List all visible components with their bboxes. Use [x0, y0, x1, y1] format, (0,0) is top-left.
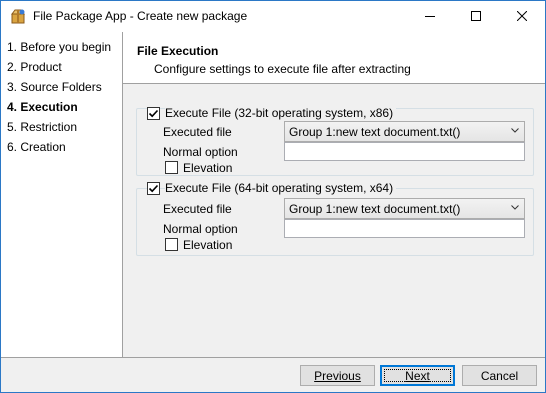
page-title: File Execution [137, 44, 219, 58]
maximize-icon [471, 11, 481, 21]
checkmark-icon [148, 184, 159, 193]
elevation-checkbox-x86[interactable] [165, 161, 178, 174]
step-execution[interactable]: 4. Execution [7, 100, 78, 114]
step-restriction[interactable]: 5. Restriction [7, 120, 77, 134]
normal-option-label-x64: Normal option [163, 222, 238, 236]
executed-file-select-x86[interactable]: Group 1:new text document.txt() [284, 121, 525, 142]
step-creation[interactable]: 6. Creation [7, 140, 66, 154]
minimize-button[interactable] [407, 1, 453, 31]
wizard-footer: Previous Next Cancel [1, 358, 545, 392]
page-header: File Execution Configure settings to exe… [123, 32, 545, 84]
page-subtitle: Configure settings to execute file after… [154, 62, 411, 76]
cancel-button-label: Cancel [480, 368, 519, 383]
executed-file-label-x64: Executed file [163, 202, 232, 216]
app-window: File Package App - Create new package 1.… [0, 0, 546, 393]
close-icon [517, 11, 527, 21]
step-before-you-begin[interactable]: 1. Before you begin [7, 40, 111, 54]
previous-button-label: Previous [314, 368, 361, 383]
package-icon [10, 8, 26, 24]
chevron-down-icon [511, 205, 519, 210]
step-product[interactable]: 2. Product [7, 60, 62, 74]
executed-file-value-x64: Group 1:new text document.txt() [289, 202, 461, 216]
previous-button[interactable]: Previous [300, 365, 375, 386]
minimize-icon [425, 16, 435, 17]
chevron-down-icon [511, 128, 519, 133]
elevation-label-x86[interactable]: Elevation [183, 161, 232, 175]
executed-file-value-x86: Group 1:new text document.txt() [289, 125, 461, 139]
executed-file-select-x64[interactable]: Group 1:new text document.txt() [284, 198, 525, 219]
elevation-checkbox-x64[interactable] [165, 238, 178, 251]
window-title: File Package App - Create new package [33, 9, 248, 23]
wizard-steps-sidebar: 1. Before you begin 2. Product 3. Source… [1, 32, 123, 357]
maximize-button[interactable] [453, 1, 499, 31]
cancel-button[interactable]: Cancel [462, 365, 537, 386]
execute-x64-label[interactable]: Execute File (64-bit operating system, x… [165, 181, 397, 195]
execution-settings-panel: Execute File (32-bit operating system, x… [123, 85, 545, 357]
executed-file-label-x86: Executed file [163, 125, 232, 139]
title-bar[interactable]: File Package App - Create new package [1, 1, 545, 32]
step-source-folders[interactable]: 3. Source Folders [7, 80, 102, 94]
next-button[interactable]: Next [380, 365, 455, 386]
normal-option-input-x64[interactable] [284, 219, 525, 238]
normal-option-label-x86: Normal option [163, 145, 238, 159]
elevation-label-x64[interactable]: Elevation [183, 238, 232, 252]
execute-x86-label[interactable]: Execute File (32-bit operating system, x… [165, 106, 397, 120]
execute-x86-checkbox[interactable] [147, 107, 160, 120]
focus-rectangle [384, 369, 451, 382]
normal-option-input-x86[interactable] [284, 142, 525, 161]
close-button[interactable] [499, 1, 545, 31]
checkmark-icon [148, 109, 159, 118]
execute-x64-checkbox[interactable] [147, 182, 160, 195]
